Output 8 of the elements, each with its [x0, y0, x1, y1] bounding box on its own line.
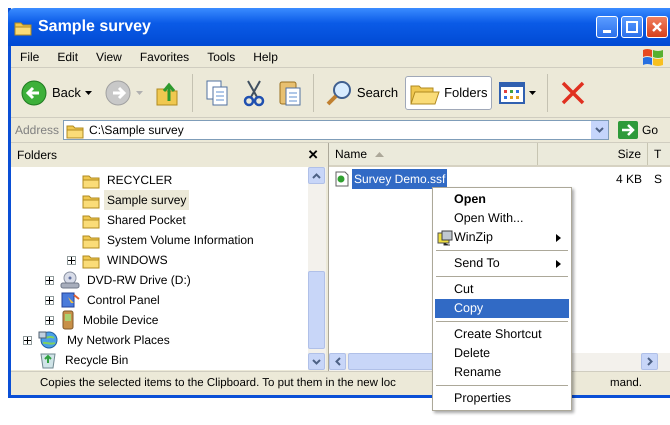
- status-text: mand.: [610, 376, 642, 391]
- table-cell-text: S: [654, 171, 662, 188]
- address-label: Address: [15, 122, 60, 139]
- table-cell-text: 4 KB: [616, 171, 642, 188]
- window-title: Sample survey: [38, 17, 151, 37]
- pane-title: Folders: [17, 147, 58, 164]
- address-text: C:\Sample survey: [89, 122, 184, 139]
- status-text: Copies the selected items to the Clipboard. To put them in the new loc: [40, 376, 396, 391]
